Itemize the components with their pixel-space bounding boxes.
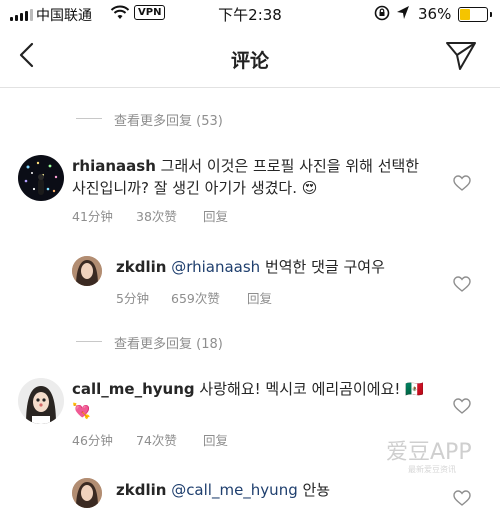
heart-eyes-emoji: 😍 — [301, 179, 318, 197]
view-more-replies-link[interactable]: 查看更多回复 (53) — [114, 110, 223, 129]
comment-body-line1: 그래서 이것은 프로필 사진을 위해 선택한 — [160, 157, 420, 175]
reply-username[interactable]: zkdlin — [116, 481, 166, 499]
header-divider — [0, 87, 500, 88]
heart-icon[interactable] — [453, 490, 471, 506]
comment-username[interactable]: rhianaash — [72, 157, 156, 175]
comment-body-line2: 사진입니까? 잘 생긴 아기가 생겼다. — [72, 179, 302, 197]
comment-username[interactable]: call_me_hyung — [72, 380, 195, 398]
reply-body: 안뇽 — [297, 481, 331, 499]
comment-time: 41分钟 — [72, 209, 113, 224]
avatar[interactable] — [72, 478, 102, 508]
reply-button[interactable]: 回复 — [247, 288, 272, 307]
avatar[interactable] — [18, 155, 64, 201]
rotation-lock-icon — [374, 5, 390, 21]
view-more-replies-link[interactable]: 查看更多回复 (18) — [114, 333, 223, 352]
reply-username[interactable]: zkdlin — [116, 258, 166, 276]
battery-icon — [458, 7, 492, 22]
reply-text: zkdlin @call_me_hyung 안뇽 — [116, 479, 456, 501]
heart-arrow-emoji: 💘 — [72, 402, 91, 420]
watermark-logo: 爱豆APP — [386, 440, 472, 465]
comment-text: rhianaash 그래서 이것은 프로필 사진을 위해 선택한 사진입니까? … — [72, 155, 452, 199]
page-title: 评论 — [230, 50, 269, 72]
status-bar: 中国联通 VPN 下午2:38 36% — [0, 0, 500, 28]
location-arrow-icon — [397, 6, 409, 19]
mention-link[interactable]: @rhianaash — [171, 258, 260, 276]
comment-body-line1: 사랑해요! 멕시코 에리곰이에요! — [194, 380, 406, 398]
heart-icon[interactable] — [453, 276, 471, 292]
comment-likes[interactable]: 74次赞 — [136, 430, 177, 449]
comment-time: 46分钟 — [72, 433, 113, 448]
mexico-flag-emoji: 🇲🇽 — [405, 380, 424, 398]
heart-icon[interactable] — [453, 398, 471, 414]
battery-percentage: 36% — [418, 5, 452, 23]
divider-line — [76, 341, 102, 342]
avatar[interactable] — [18, 378, 64, 424]
reply-likes[interactable]: 659次赞 — [171, 288, 220, 307]
avatar[interactable] — [72, 256, 102, 286]
comment-likes[interactable]: 38次赞 — [136, 206, 177, 225]
reply-body: 번역한 댓글 구여우 — [260, 258, 385, 276]
watermark-subtitle: 最新爱豆资讯 — [408, 465, 456, 474]
reply-time: 5分钟 — [116, 291, 149, 306]
comment-text: call_me_hyung 사랑해요! 멕시코 에리곰이에요! 🇲🇽 💘 — [72, 378, 452, 422]
reply-button[interactable]: 回复 — [203, 206, 228, 225]
paper-plane-icon[interactable] — [444, 40, 478, 72]
divider-line — [76, 118, 102, 119]
reply-button[interactable]: 回复 — [203, 430, 228, 449]
mention-link[interactable]: @call_me_hyung — [171, 481, 298, 499]
reply-text: zkdlin @rhianaash 번역한 댓글 구여우 — [116, 256, 456, 278]
heart-icon[interactable] — [453, 175, 471, 191]
